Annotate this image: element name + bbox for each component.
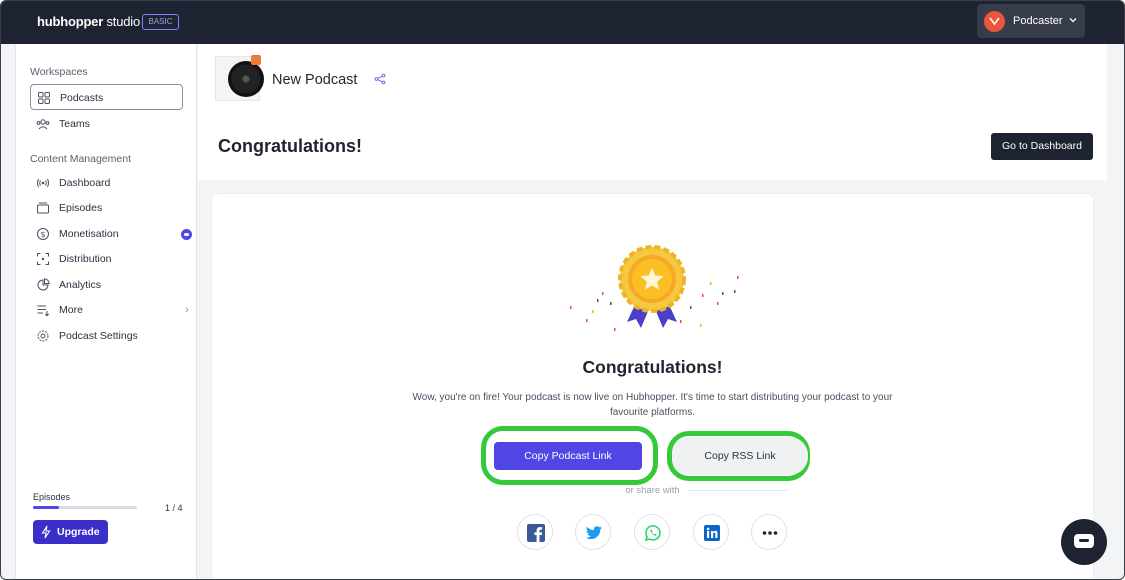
sidebar-item-podcast-settings[interactable]: Podcast Settings xyxy=(30,323,183,349)
sidebar-item-label: Dashboard xyxy=(59,177,111,189)
sidebar-item-label: Distribution xyxy=(59,253,112,265)
expand-icon xyxy=(37,253,49,265)
app-window: hubhopper studio BASIC Podcaster Workspa… xyxy=(0,0,1125,580)
sidebar-item-label: Podcasts xyxy=(60,92,104,104)
sidebar-item-label: Analytics xyxy=(59,279,102,291)
gear-icon xyxy=(37,330,49,342)
sidebar-item-podcasts[interactable]: Podcasts xyxy=(30,84,183,110)
copy-rss-link-button[interactable]: Copy RSS Link xyxy=(672,437,808,475)
logo-light: studio xyxy=(103,14,140,29)
episodes-icon xyxy=(37,202,49,214)
sidebar-item-monetisation[interactable]: $ Monetisation xyxy=(30,221,192,247)
linkedin-share-button[interactable] xyxy=(693,514,729,550)
go-to-dashboard-button[interactable]: Go to Dashboard xyxy=(991,133,1093,160)
episodes-count: 1 / 4 xyxy=(165,503,183,513)
logo[interactable]: hubhopper studio xyxy=(37,14,140,29)
podcast-name: New Podcast xyxy=(272,72,358,88)
share-icon[interactable] xyxy=(374,73,386,85)
sidebar-item-analytics[interactable]: Analytics xyxy=(30,272,183,298)
sidebar-item-teams[interactable]: Teams xyxy=(30,111,183,137)
upgrade-button[interactable]: Upgrade xyxy=(33,520,108,544)
plan-badge: BASIC xyxy=(142,14,179,30)
cover-corner-badge xyxy=(251,55,261,65)
card-title: Congratulations! xyxy=(582,357,723,377)
vinyl-disc-image xyxy=(228,61,264,97)
copy-podcast-link-button[interactable]: Copy Podcast Link xyxy=(494,442,642,470)
avatar xyxy=(984,11,1005,32)
section-title-workspaces: Workspaces xyxy=(30,66,88,78)
sidebar-item-label: Monetisation xyxy=(59,228,119,240)
sidebar-item-episodes[interactable]: Episodes xyxy=(30,195,183,221)
podcast-cover[interactable] xyxy=(215,55,264,101)
new-badge xyxy=(181,229,192,240)
more-icon xyxy=(762,531,778,535)
lightning-icon xyxy=(41,525,51,539)
divider xyxy=(688,490,788,491)
sidebar-item-distribution[interactable]: Distribution xyxy=(30,246,183,272)
episodes-quota-label: Episodes xyxy=(33,492,71,502)
twitter-share-button[interactable] xyxy=(575,514,611,550)
sidebar-item-label: Teams xyxy=(59,118,90,130)
top-bar: hubhopper studio BASIC Podcaster xyxy=(1,1,1124,44)
page-title: Congratulations! xyxy=(218,136,362,156)
whatsapp-icon xyxy=(644,525,661,542)
more-share-button[interactable] xyxy=(751,514,787,550)
facebook-icon xyxy=(527,524,545,542)
page-header: New Podcast Congratulations! Go to Dashb… xyxy=(198,44,1107,180)
svg-text:$: $ xyxy=(40,230,45,239)
chevron-right-icon: › xyxy=(185,304,189,316)
people-icon xyxy=(36,119,50,130)
dollar-icon: $ xyxy=(37,228,49,240)
pie-chart-icon xyxy=(37,278,50,291)
user-menu-button[interactable]: Podcaster xyxy=(977,4,1085,38)
facebook-share-button[interactable] xyxy=(517,514,553,550)
medal-icon xyxy=(570,245,739,331)
twitter-icon xyxy=(585,526,602,540)
sidebar-item-dashboard[interactable]: Dashboard xyxy=(30,170,183,196)
card-description: Wow, you're on fire! Your podcast is now… xyxy=(412,392,893,418)
list-icon xyxy=(37,305,50,317)
chat-icon xyxy=(1074,534,1094,548)
congratulations-card: Congratulations! Wow, you're on fire! Yo… xyxy=(212,194,1093,579)
chevron-down-icon xyxy=(1069,18,1077,23)
sidebar-item-label: More xyxy=(59,304,83,316)
sidebar-item-more[interactable]: More › xyxy=(30,297,189,323)
episodes-progress-bar xyxy=(33,506,137,509)
logo-bold: hubhopper xyxy=(37,14,104,29)
sidebar-item-label: Episodes xyxy=(59,202,103,214)
grid-icon xyxy=(38,92,50,104)
user-name: Podcaster xyxy=(1013,15,1063,27)
whatsapp-share-button[interactable] xyxy=(634,514,670,550)
broadcast-icon xyxy=(37,178,49,188)
section-title-content: Content Management xyxy=(30,153,131,165)
sidebar-item-label: Podcast Settings xyxy=(59,330,138,342)
episodes-progress-fill xyxy=(33,506,59,509)
linkedin-icon xyxy=(704,525,720,541)
chat-support-button[interactable] xyxy=(1061,519,1107,565)
upgrade-label: Upgrade xyxy=(57,526,100,538)
mic-icon xyxy=(989,17,1000,26)
sidebar: Workspaces Podcasts Teams Content Manage… xyxy=(15,44,197,579)
share-with-label: or share with xyxy=(625,485,680,496)
